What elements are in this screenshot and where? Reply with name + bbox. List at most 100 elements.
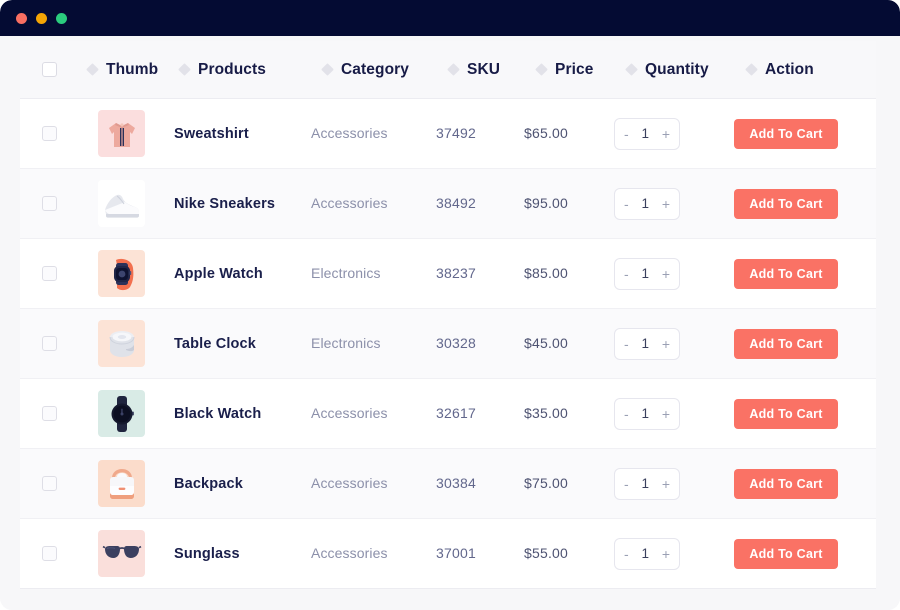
add-to-cart-button[interactable]: Add To Cart: [734, 258, 838, 289]
product-sku-cell: 38492: [436, 195, 524, 213]
sort-diamond-icon[interactable]: [625, 63, 638, 76]
table-row[interactable]: Backpack Accessories 30384 $75.00 - 1 + …: [20, 449, 876, 519]
add-to-cart-button[interactable]: Add To Cart: [734, 398, 838, 429]
quantity-stepper[interactable]: - 1 +: [614, 537, 680, 570]
product-action-cell: Add To Cart: [734, 258, 864, 289]
product-price: $45.00: [524, 334, 569, 351]
product-category-cell: Accessories: [310, 475, 436, 493]
product-action-cell: Add To Cart: [734, 468, 864, 499]
product-quantity-cell: - 1 +: [614, 257, 734, 290]
black-watch-thumbnail: [98, 390, 145, 437]
row-select-checkbox[interactable]: [41, 546, 57, 561]
column-header-label: Thumb: [106, 60, 159, 78]
sort-diamond-icon[interactable]: [178, 63, 191, 76]
table-row[interactable]: Black Watch Accessories 32617 $35.00 - 1…: [20, 379, 876, 449]
quantity-decrement-button[interactable]: -: [624, 407, 629, 421]
product-category: Accessories: [311, 194, 388, 211]
add-to-cart-button[interactable]: Add To Cart: [734, 468, 838, 499]
add-to-cart-button[interactable]: Add To Cart: [734, 118, 838, 149]
product-name: Table Clock: [174, 335, 256, 352]
product-price: $55.00: [524, 544, 569, 561]
quantity-stepper[interactable]: - 1 +: [614, 257, 680, 290]
quantity-decrement-button[interactable]: -: [624, 127, 629, 141]
quantity-stepper[interactable]: - 1 +: [614, 397, 680, 430]
quantity-stepper[interactable]: - 1 +: [614, 117, 680, 150]
product-sku: 37001: [436, 544, 476, 561]
table-row[interactable]: Apple Watch Electronics 38237 $85.00 - 1…: [20, 239, 876, 309]
product-sku: 32617: [436, 404, 476, 421]
table-row[interactable]: Table Clock Electronics 30328 $45.00 - 1…: [20, 309, 876, 379]
column-header-action[interactable]: Action: [745, 60, 876, 79]
quantity-decrement-button[interactable]: -: [624, 547, 629, 561]
product-thumbnail-cell: [78, 250, 167, 297]
table-row[interactable]: Nike Sneakers Accessories 38492 $95.00 -…: [20, 169, 876, 239]
table-row[interactable]: Sweatshirt Accessories 37492 $65.00 - 1 …: [20, 99, 876, 169]
sort-diamond-icon[interactable]: [447, 63, 460, 76]
column-header-quantity[interactable]: Quantity: [625, 61, 747, 79]
quantity-stepper[interactable]: - 1 +: [614, 467, 680, 500]
row-select-cell: [20, 126, 78, 141]
column-header-products[interactable]: Products: [178, 60, 323, 79]
product-category-cell: Electronics: [310, 335, 436, 353]
product-name: Sweatshirt: [174, 125, 249, 142]
quantity-decrement-button[interactable]: -: [624, 337, 629, 351]
product-sku: 37492: [436, 124, 476, 141]
sweatshirt-thumbnail: [98, 110, 145, 157]
minimize-window-button[interactable]: [36, 12, 47, 24]
add-to-cart-button[interactable]: Add To Cart: [734, 188, 838, 219]
quantity-decrement-button[interactable]: -: [624, 267, 629, 281]
column-header-thumb[interactable]: Thumb: [86, 60, 177, 79]
product-category-cell: Accessories: [310, 405, 436, 423]
quantity-stepper[interactable]: - 1 +: [614, 187, 680, 220]
quantity-decrement-button[interactable]: -: [624, 477, 629, 491]
product-name: Nike Sneakers: [174, 195, 276, 212]
backpack-thumbnail: [98, 460, 145, 507]
maximize-window-button[interactable]: [56, 12, 67, 24]
product-sku: 30384: [436, 474, 476, 491]
column-header-label: Action: [765, 60, 814, 78]
quantity-increment-button[interactable]: +: [662, 267, 670, 281]
quantity-increment-button[interactable]: +: [662, 547, 670, 561]
quantity-value: 1: [641, 196, 649, 211]
column-header-label: Products: [198, 60, 266, 78]
row-select-cell: [20, 546, 78, 561]
sort-diamond-icon[interactable]: [535, 63, 548, 76]
quantity-stepper[interactable]: - 1 +: [614, 327, 680, 360]
product-sku-cell: 30328: [436, 335, 524, 353]
product-action-cell: Add To Cart: [734, 188, 864, 219]
apple-watch-thumbnail: [98, 250, 145, 297]
row-select-checkbox[interactable]: [41, 196, 57, 211]
sort-diamond-icon[interactable]: [86, 63, 99, 76]
quantity-increment-button[interactable]: +: [662, 197, 670, 211]
quantity-increment-button[interactable]: +: [662, 407, 670, 421]
row-select-checkbox[interactable]: [41, 266, 57, 281]
sort-diamond-icon[interactable]: [745, 63, 758, 76]
column-header-price[interactable]: Price: [535, 61, 627, 79]
sunglass-thumbnail: [98, 530, 145, 577]
row-select-checkbox[interactable]: [41, 336, 57, 351]
select-all-checkbox[interactable]: [41, 62, 57, 77]
product-price-cell: $35.00: [524, 405, 614, 423]
add-to-cart-button[interactable]: Add To Cart: [734, 538, 838, 569]
row-select-checkbox[interactable]: [41, 476, 57, 491]
table-row[interactable]: Sunglass Accessories 37001 $55.00 - 1 + …: [20, 519, 876, 589]
quantity-increment-button[interactable]: +: [662, 337, 670, 351]
add-to-cart-button[interactable]: Add To Cart: [734, 328, 838, 359]
quantity-increment-button[interactable]: +: [662, 127, 670, 141]
product-price-cell: $55.00: [524, 545, 614, 563]
close-window-button[interactable]: [16, 12, 27, 24]
row-select-checkbox[interactable]: [41, 126, 57, 141]
quantity-value: 1: [641, 336, 649, 351]
quantity-decrement-button[interactable]: -: [624, 197, 629, 211]
sort-diamond-icon[interactable]: [321, 63, 334, 76]
product-name: Black Watch: [174, 405, 262, 422]
product-price: $85.00: [524, 264, 569, 281]
quantity-increment-button[interactable]: +: [662, 477, 670, 491]
product-name: Sunglass: [174, 545, 240, 562]
column-header-category[interactable]: Category: [321, 61, 449, 79]
row-select-checkbox[interactable]: [41, 406, 57, 421]
product-thumbnail-cell: [78, 180, 167, 227]
product-name-cell: Backpack: [167, 475, 310, 493]
column-header-sku[interactable]: SKU: [447, 61, 537, 79]
product-category: Accessories: [311, 544, 388, 561]
